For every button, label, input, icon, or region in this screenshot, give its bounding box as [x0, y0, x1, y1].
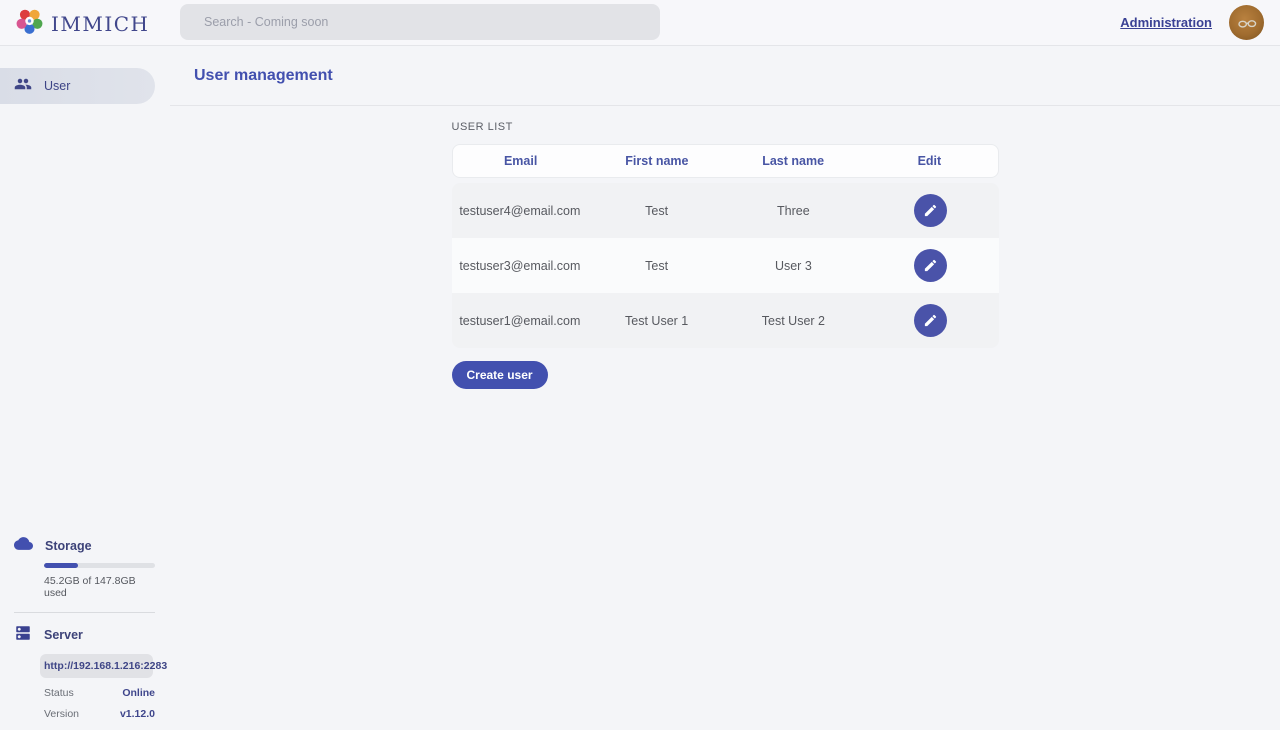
main-area: User management USER LIST Email First na…: [170, 46, 1280, 730]
edit-user-button[interactable]: [914, 194, 947, 227]
divider: [14, 612, 155, 613]
sidebar-item-user[interactable]: User: [0, 68, 155, 104]
edit-user-button[interactable]: [914, 304, 947, 337]
pencil-icon: [923, 203, 938, 218]
server-url-badge: http://192.168.1.216:2283: [40, 654, 153, 678]
server-icon: [14, 624, 32, 647]
users-icon: [14, 75, 32, 98]
column-header-last-name: Last name: [725, 154, 861, 168]
table-header: Email First name Last name Edit: [452, 144, 999, 178]
edit-user-button[interactable]: [914, 249, 947, 282]
cell-first-name: Test: [588, 204, 725, 218]
user-avatar[interactable]: [1229, 5, 1264, 40]
storage-title: Storage: [45, 539, 92, 553]
top-bar: IMMICH Administration: [0, 0, 1280, 46]
cell-last-name: Test User 2: [725, 314, 862, 328]
search-input[interactable]: [180, 4, 660, 40]
title-bar: User management: [170, 46, 1280, 106]
column-header-email: Email: [453, 154, 589, 168]
cell-email: testuser1@email.com: [452, 314, 589, 328]
status-value: Online: [122, 687, 155, 699]
sidebar-item-label: User: [44, 79, 70, 93]
storage-progressbar: [44, 563, 155, 568]
administration-link[interactable]: Administration: [1120, 15, 1212, 30]
server-status-row: Status Online: [44, 687, 155, 699]
storage-progress-fill: [44, 563, 78, 568]
server-title: Server: [44, 628, 83, 642]
cell-email: testuser3@email.com: [452, 259, 589, 273]
column-header-edit: Edit: [861, 154, 997, 168]
cell-first-name: Test User 1: [588, 314, 725, 328]
cell-email: testuser4@email.com: [452, 204, 589, 218]
status-label: Status: [44, 687, 74, 699]
cloud-icon: [14, 534, 33, 558]
sidebar-status-panel: Storage 45.2GB of 147.8GB used Server ht…: [0, 536, 170, 720]
version-label: Version: [44, 708, 79, 720]
table-row: testuser3@email.com Test User 3: [452, 238, 999, 293]
storage-usage-text: 45.2GB of 147.8GB used: [44, 575, 155, 599]
user-list-section: USER LIST Email First name Last name Edi…: [452, 121, 999, 389]
glasses-icon: [1234, 10, 1260, 36]
table-row: testuser1@email.com Test User 1 Test Use…: [452, 293, 999, 348]
create-user-button[interactable]: Create user: [452, 361, 548, 389]
pencil-icon: [923, 258, 938, 273]
storage-section-header: Storage: [0, 536, 170, 556]
version-value: v1.12.0: [120, 708, 155, 720]
cell-first-name: Test: [588, 259, 725, 273]
immich-flower-icon: [16, 8, 43, 40]
table-row: testuser4@email.com Test Three: [452, 183, 999, 238]
cell-last-name: Three: [725, 204, 862, 218]
page-title: User management: [194, 67, 333, 85]
app-name: IMMICH: [51, 12, 150, 36]
table-body: testuser4@email.com Test Three testuser3…: [452, 183, 999, 348]
server-section-header: Server: [0, 625, 170, 645]
sidebar: User Storage 45.2GB of 147.8GB used Serv…: [0, 46, 170, 730]
app-logo: IMMICH: [16, 8, 150, 40]
column-header-first-name: First name: [589, 154, 725, 168]
cell-last-name: User 3: [725, 259, 862, 273]
pencil-icon: [923, 313, 938, 328]
server-version-row: Version v1.12.0: [44, 708, 155, 720]
user-list-label: USER LIST: [452, 121, 999, 133]
